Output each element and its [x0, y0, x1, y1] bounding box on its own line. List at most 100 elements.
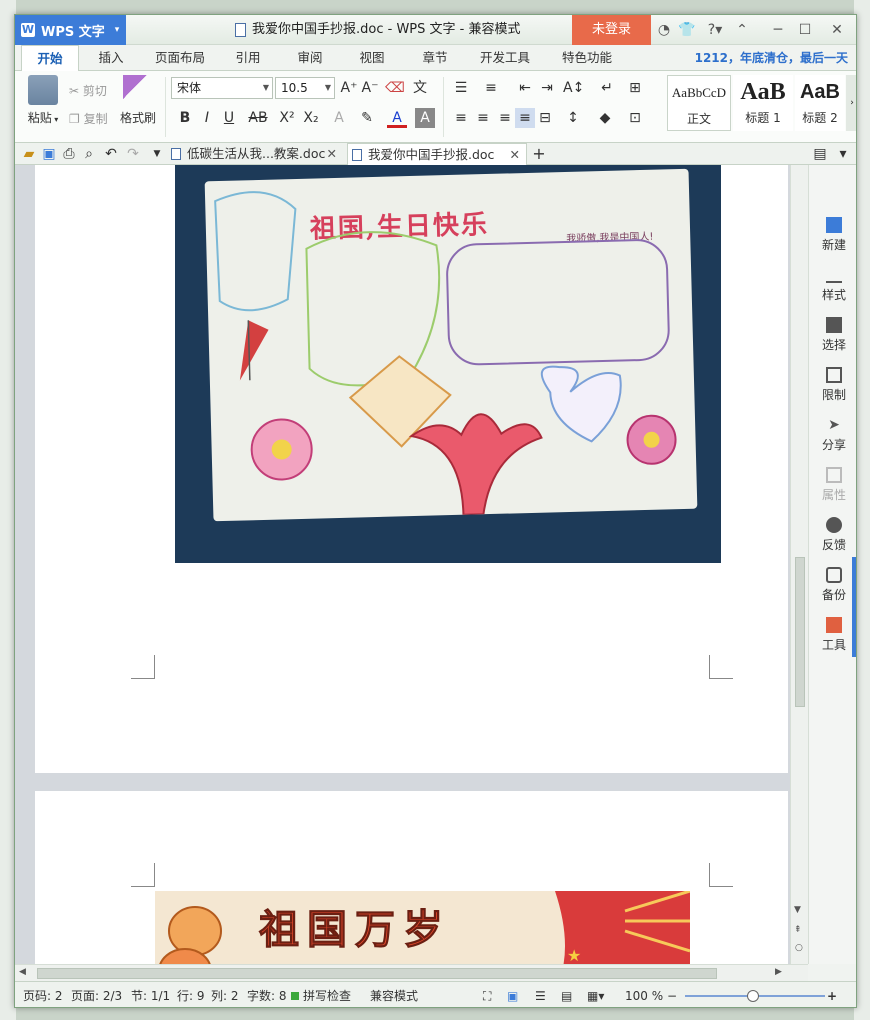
copy-button[interactable]: ❐ 复制 — [69, 109, 108, 129]
borders-icon[interactable]: ⊡ — [625, 108, 645, 128]
grow-font-icon[interactable]: A⁺ — [339, 78, 359, 98]
undo-icon[interactable]: ↶ — [101, 144, 121, 164]
vertical-scroll-thumb[interactable] — [795, 557, 805, 707]
style-normal[interactable]: AaBbCcD 正文 — [667, 75, 731, 131]
open-folder-icon[interactable]: ▰ — [19, 144, 39, 164]
minimize-icon[interactable]: ─ — [769, 21, 787, 39]
sidebar-style[interactable]: 样式 — [809, 267, 856, 303]
zoom-level[interactable]: 100 % — [625, 982, 663, 1007]
style-heading-2[interactable]: AaB 标题 2 — [795, 75, 845, 131]
underline-icon[interactable]: U — [219, 108, 239, 128]
zoom-slider-thumb[interactable] — [747, 990, 759, 1002]
app-menu-button[interactable]: W WPS 文字 ▾ — [15, 15, 126, 45]
scroll-right-icon[interactable]: ▶ — [775, 967, 782, 977]
scroll-left-icon[interactable]: ◀ — [19, 967, 26, 977]
tab-special[interactable]: 特色功能 — [547, 45, 627, 71]
vertical-scrollbar[interactable]: ▼ ⇞ ○ — [790, 165, 808, 964]
shrink-font-icon[interactable]: A⁻ — [360, 78, 380, 98]
numbering-icon[interactable]: ≡ — [481, 78, 501, 98]
paragraph-shading-icon[interactable]: ◆ — [595, 108, 615, 128]
bold-icon[interactable]: B — [175, 108, 195, 128]
close-icon[interactable]: ✕ — [828, 21, 846, 39]
print-icon[interactable]: ⎙ — [59, 144, 79, 164]
status-word-count[interactable]: 字数: 8 — [247, 982, 287, 1007]
char-shading-icon[interactable]: A — [415, 108, 435, 128]
prev-page-icon[interactable]: ⇞ — [794, 925, 802, 935]
distribute-icon[interactable]: ⊟ — [535, 108, 555, 128]
line-spacing-icon[interactable]: ↕ — [563, 108, 583, 128]
style-heading-1[interactable]: AaB 标题 1 — [733, 75, 793, 131]
skin-icon[interactable]: 👕 — [678, 21, 696, 39]
phonetic-icon[interactable]: 文 — [410, 78, 430, 98]
table-grid-icon[interactable]: ⊞ — [625, 78, 645, 98]
browse-object-icon[interactable]: ○ — [795, 943, 803, 953]
spell-check-toggle[interactable]: 拼写检查 — [291, 982, 351, 1007]
format-painter-button[interactable]: 格式刷 — [115, 75, 161, 126]
promo-link[interactable]: 1212，年底清仓，最后一天 — [695, 45, 848, 71]
doc-tab-low-carbon[interactable]: 低碳生活从我...教案.doc ✕ — [167, 143, 343, 165]
bullets-icon[interactable]: ☰ — [451, 78, 471, 98]
zoom-in-icon[interactable]: + — [827, 982, 837, 1007]
sidebar-restrict[interactable]: 限制 — [809, 367, 856, 403]
tab-review[interactable]: 审阅 — [285, 45, 335, 71]
decrease-indent-icon[interactable]: ⇤ — [515, 78, 535, 98]
font-color-icon[interactable]: A — [387, 108, 407, 128]
sidebar-expand-handle[interactable] — [852, 557, 856, 657]
sidebar-share[interactable]: ➤ 分享 — [809, 417, 856, 453]
doc-tab-poster[interactable]: 我爱你中国手抄报.doc ✕ — [347, 143, 527, 165]
show-marks-icon[interactable]: ↵ — [597, 78, 617, 98]
sidebar-backup[interactable]: 备份 — [809, 567, 856, 603]
styles-scroll-icon[interactable]: › — [846, 75, 856, 131]
tab-list-icon[interactable]: ▤ — [810, 144, 830, 164]
strikethrough-icon[interactable]: AB — [245, 108, 271, 128]
tab-references[interactable]: 引用 — [223, 45, 273, 71]
sidebar-feedback[interactable]: 反馈 — [809, 517, 856, 553]
clear-format-icon[interactable]: ⌫ — [385, 78, 405, 98]
tab-home[interactable]: 开始 — [21, 45, 79, 72]
sort-icon[interactable]: A↕ — [563, 78, 584, 98]
horizontal-scrollbar[interactable]: ◀ ▶ — [15, 964, 808, 981]
font-size-select[interactable]: 10.5 ▼ — [275, 77, 335, 99]
fullscreen-view-icon[interactable]: ⛶ — [483, 982, 491, 1007]
tab-view[interactable]: 视图 — [347, 45, 397, 71]
maximize-icon[interactable]: ☐ — [796, 21, 814, 39]
document-canvas[interactable]: 祖国,生日快乐 我骄傲,我是中国人! 祖国万岁 ★ — [15, 165, 808, 964]
print-preview-icon[interactable]: ⌕ — [79, 144, 99, 164]
sidebar-properties[interactable]: 属性 — [809, 467, 856, 503]
help-icon[interactable]: ?▾ — [703, 21, 727, 39]
tab-section[interactable]: 章节 — [410, 45, 460, 71]
font-name-select[interactable]: 宋体 ▼ — [171, 77, 273, 99]
tab-page-layout[interactable]: 页面布局 — [145, 45, 215, 71]
increase-indent-icon[interactable]: ⇥ — [537, 78, 557, 98]
collapse-ribbon-icon[interactable]: ⌃ — [733, 21, 751, 39]
redo-icon[interactable]: ↷ — [123, 144, 143, 164]
page-view-icon[interactable]: ▣ — [507, 982, 518, 1007]
justify-icon[interactable]: ≡ — [515, 108, 535, 128]
reading-view-icon[interactable]: ▦▾ — [587, 982, 604, 1007]
new-tab-icon[interactable]: + — [529, 144, 549, 164]
login-button[interactable]: 未登录 — [572, 15, 651, 45]
save-icon[interactable]: ▣ — [39, 144, 59, 164]
align-center-icon[interactable]: ≡ — [473, 108, 493, 128]
align-left-icon[interactable]: ≡ — [451, 108, 471, 128]
web-view-icon[interactable]: ▤ — [561, 982, 572, 1007]
quick-access-dropdown-icon[interactable]: ▼ — [147, 144, 167, 164]
close-tab-icon[interactable]: ✕ — [510, 144, 520, 166]
cloud-icon[interactable]: ◔ — [655, 21, 673, 39]
close-tab-icon[interactable]: ✕ — [327, 143, 337, 165]
horizontal-scroll-thumb[interactable] — [37, 968, 717, 979]
cut-button[interactable]: ✂ 剪切 — [69, 81, 107, 101]
zoom-out-icon[interactable]: − — [667, 982, 677, 1007]
sidebar-tools[interactable]: 工具 — [809, 617, 856, 653]
highlight-icon[interactable]: ✎ — [357, 108, 377, 128]
italic-icon[interactable]: I — [197, 108, 217, 128]
tab-insert[interactable]: 插入 — [85, 45, 137, 71]
tab-developer[interactable]: 开发工具 — [470, 45, 540, 71]
align-right-icon[interactable]: ≡ — [495, 108, 515, 128]
text-effect-icon[interactable]: A — [329, 108, 349, 128]
paste-button[interactable]: 粘贴 ▾ — [21, 75, 65, 126]
outline-view-icon[interactable]: ☰ — [535, 982, 546, 1007]
tab-menu-icon[interactable]: ▾ — [833, 144, 853, 164]
subscript-icon[interactable]: X₂ — [301, 108, 321, 128]
scroll-down-icon[interactable]: ▼ — [794, 905, 801, 915]
